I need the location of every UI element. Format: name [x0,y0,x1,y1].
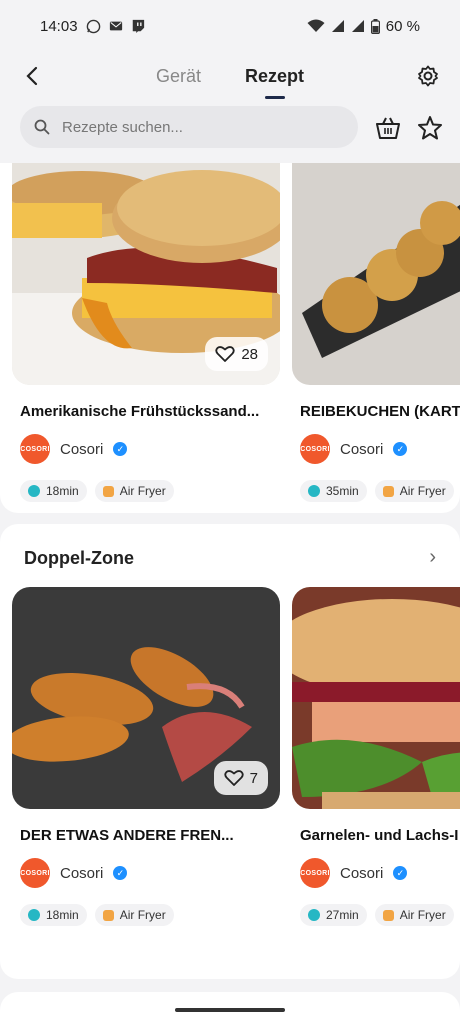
battery-text: 60 % [385,17,420,35]
time-chip: 35min [300,480,367,502]
home-indicator[interactable] [175,1008,285,1012]
air-fryer-icon [102,485,114,497]
verified-icon: ✓ [393,866,408,880]
recipe-card[interactable]: REIBEKUCHEN (KART COSORI Cosori ✓ 35min … [292,163,460,502]
header: Gerät Rezept [0,52,460,100]
time-chip: 18min [20,480,87,502]
recipe-image-burger [292,587,460,809]
recipe-section-top: 28 Amerikanische Frühstückssand... COSOR… [0,163,460,513]
device-chip: Air Fryer [94,480,174,502]
search-row [0,106,460,150]
twitch-icon [132,19,144,33]
author-name: Cosori [340,864,384,882]
device-label: Air Fryer [119,908,166,922]
recipe-section-next [0,992,460,1032]
recipe-tags: 27min Air Fryer [300,904,460,926]
heart-icon [215,346,235,362]
time-chip: 18min [20,904,87,926]
air-fryer-icon [102,909,114,921]
cook-time: 35min [326,484,359,498]
device-label: Air Fryer [119,484,166,498]
basket-icon[interactable] [374,114,402,142]
recipe-image-reibekuchen [292,163,460,385]
recipe-card[interactable]: 28 Amerikanische Frühstückssand... COSOR… [12,163,280,502]
cook-time: 18min [46,908,79,922]
author-row[interactable]: COSORI Cosori ✓ [300,858,460,888]
star-icon[interactable] [416,114,444,142]
recipe-image-sandwich: 28 [12,163,280,385]
device-chip: Air Fryer [374,904,454,926]
tab-geraet[interactable]: Gerät [156,66,201,87]
air-fryer-icon [382,909,394,921]
clock-icon [28,485,40,497]
cook-time: 18min [46,484,79,498]
tabs: Gerät Rezept [0,52,460,100]
recipe-title: REIBEKUCHEN (KART [300,403,460,420]
section-more-chevron-icon[interactable]: › [429,546,436,569]
author-row[interactable]: COSORI Cosori ✓ [20,858,280,888]
heart-icon [224,770,244,786]
verified-icon: ✓ [113,866,128,880]
likes-badge[interactable]: 28 [205,337,268,371]
air-fryer-icon [382,485,394,497]
recipe-tags: 18min Air Fryer [20,480,280,502]
mail-icon [109,21,122,31]
section-title: Doppel-Zone [24,548,134,568]
recipe-title: Amerikanische Frühstückssand... [20,403,260,420]
cosori-logo: COSORI [300,858,330,888]
likes-badge[interactable]: 7 [213,761,268,795]
settings-button[interactable] [414,62,442,90]
clock-icon [28,909,40,921]
gear-icon [418,65,438,87]
signal-icon [331,20,344,32]
tab-rezept[interactable]: Rezept [245,66,304,87]
recipe-section-doppel-zone: Doppel-Zone › 7 DER ETWAS ANDERE FREN...… [0,524,460,979]
clock-icon [308,909,320,921]
verified-icon: ✓ [113,442,128,456]
status-right: 60 % [307,18,420,35]
recipe-title: Garnelen- und Lachs-I [300,827,459,844]
recipe-card[interactable]: Garnelen- und Lachs-I COSORI Cosori ✓ 27… [292,587,460,926]
cosori-logo: COSORI [20,858,50,888]
recipe-title: DER ETWAS ANDERE FREN... [20,827,234,844]
battery-icon [370,18,380,34]
device-chip: Air Fryer [374,480,454,502]
author-name: Cosori [340,440,384,458]
author-name: Cosori [60,864,104,882]
verified-icon: ✓ [393,442,408,456]
burger-image [292,587,460,809]
author-name: Cosori [60,440,104,458]
whatsapp-icon [86,19,100,33]
status-left: 14:03 [40,18,145,35]
search-input[interactable] [60,117,324,137]
wifi-icon [307,19,325,32]
device-label: Air Fryer [399,908,446,922]
recipe-tags: 18min Air Fryer [20,904,280,926]
likes-count: 7 [249,769,258,787]
cosori-logo: COSORI [20,434,50,464]
clock-icon [308,485,320,497]
device-label: Air Fryer [399,484,446,498]
search-icon [34,119,50,135]
author-row[interactable]: COSORI Cosori ✓ [300,434,460,464]
reibekuchen-image [292,163,460,385]
search-bar[interactable] [20,106,358,148]
likes-count: 28 [241,345,258,363]
recipe-tags: 35min Air Fryer [300,480,460,502]
signal-icon-2 [351,20,364,32]
cook-time: 27min [326,908,359,922]
cosori-logo: COSORI [300,434,330,464]
recipe-card[interactable]: 7 DER ETWAS ANDERE FREN... COSORI Cosori… [12,587,280,926]
author-row[interactable]: COSORI Cosori ✓ [20,434,280,464]
device-chip: Air Fryer [94,904,174,926]
time-chip: 27min [300,904,367,926]
status-bar: 14:03 60 % [0,0,460,52]
status-time: 14:03 [40,17,78,35]
recipe-image-fries: 7 [12,587,280,809]
